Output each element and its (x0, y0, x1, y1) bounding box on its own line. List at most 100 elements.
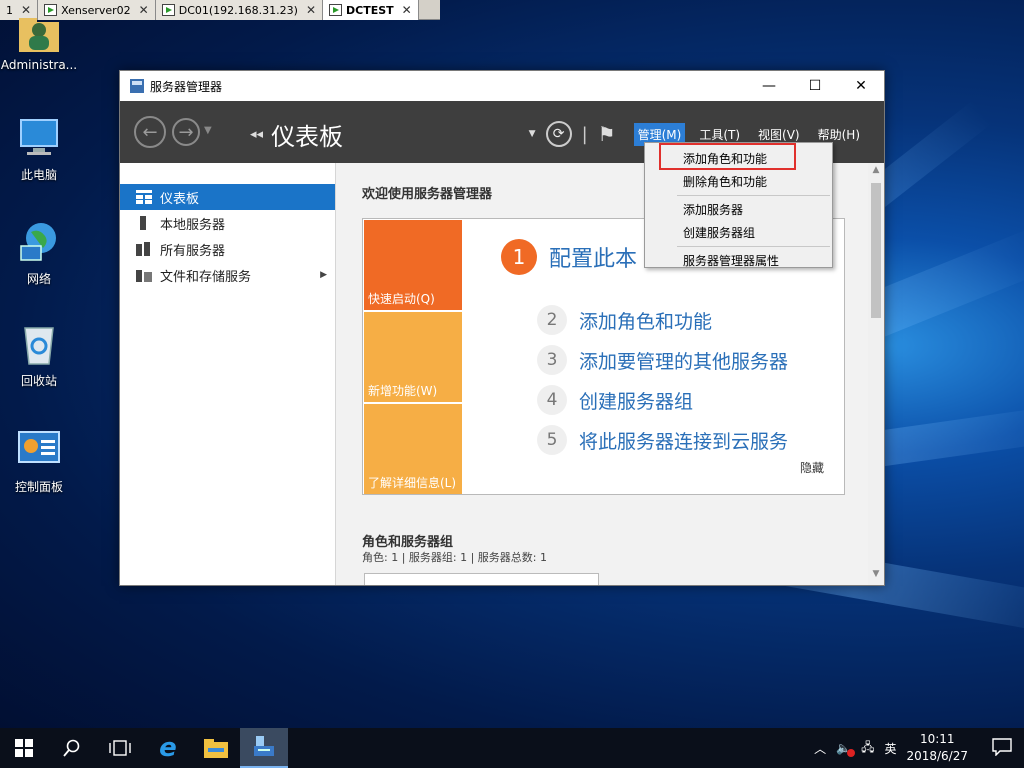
step-connect-cloud[interactable]: 5 将此服务器连接到云服务 (537, 425, 788, 455)
vertical-scrollbar[interactable]: ▲ ▼ (868, 163, 884, 585)
close-icon[interactable]: ✕ (139, 3, 149, 17)
step-number: 5 (537, 425, 567, 455)
tile-label: 新增功能(W) (368, 384, 438, 398)
desktop-icon-label: Administra... (0, 58, 78, 72)
history-dropdown-icon[interactable]: ▼ (204, 125, 212, 136)
menu-separator (677, 246, 830, 247)
step-create-server-group[interactable]: 4 创建服务器组 (537, 385, 693, 415)
desktop-icon-control-panel[interactable]: 控制面板 (0, 426, 78, 495)
folder-icon (204, 739, 228, 758)
menu-item-remove-roles[interactable]: 删除角色和功能 (645, 170, 832, 193)
vm-tab-label: DC01(192.168.31.23) (178, 3, 298, 17)
roles-title: 角色和服务器组 (362, 535, 454, 550)
tile-label: 了解详细信息(L) (368, 476, 457, 490)
vm-tab[interactable]: DC01(192.168.31.23) ✕ (155, 0, 324, 20)
sidebar-item-file-storage[interactable]: 文件和存储服务 ▶ (120, 262, 335, 288)
page-title: 仪表板 (271, 123, 344, 151)
menu-item-properties[interactable]: 服务器管理器属性 (645, 249, 832, 272)
tile-learn-more[interactable]: 了解详细信息(L) (364, 404, 462, 494)
tile-label: 快速启动(Q) (368, 292, 435, 306)
refresh-icon[interactable]: ⟳ (545, 121, 572, 147)
notification-center-icon[interactable] (992, 737, 1012, 759)
system-tray: ︿ 🔈 🖧 英 10:11 2018/6/27 (814, 731, 1024, 765)
chevron-up-icon[interactable]: ︿ (814, 740, 826, 757)
taskbar-ie[interactable]: e (144, 728, 192, 768)
volume-muted-icon[interactable]: 🔈 (836, 741, 856, 757)
sidebar-item-dashboard[interactable]: 仪表板 (120, 184, 335, 210)
clock-date: 2018/6/27 (906, 749, 968, 763)
clock[interactable]: 10:11 2018/6/27 (906, 731, 968, 765)
desktop-icon-recycle-bin[interactable]: 回收站 (0, 320, 78, 389)
menu-item-add-servers[interactable]: 添加服务器 (645, 198, 832, 221)
expand-arrow-icon[interactable]: ▶ (320, 270, 327, 280)
step-number: 2 (537, 305, 567, 335)
task-view-button[interactable] (96, 728, 144, 768)
close-button[interactable]: ✕ (838, 71, 884, 101)
welcome-title: 欢迎使用服务器管理器 (362, 187, 493, 202)
separator: | (581, 123, 588, 145)
step-add-servers[interactable]: 3 添加要管理的其他服务器 (537, 345, 788, 375)
taskbar-server-manager[interactable] (240, 728, 288, 768)
step-label: 添加角色和功能 (579, 310, 713, 333)
search-icon (63, 739, 80, 757)
step-configure-server[interactable]: 1 配置此本 (501, 239, 637, 275)
step-label: 创建服务器组 (579, 390, 694, 413)
window-title: 服务器管理器 (150, 79, 223, 94)
step-add-roles[interactable]: 2 添加角色和功能 (537, 305, 712, 335)
roles-summary: 角色: 1 | 服务器组: 1 | 服务器总数: 1 (362, 551, 548, 564)
sidebar-item-label: 文件和存储服务 (160, 269, 252, 285)
step-number: 3 (537, 345, 567, 375)
desktop-icon-administrator[interactable]: Administra... (0, 14, 78, 72)
desktop-icon-label: 网络 (26, 272, 51, 286)
taskbar-explorer[interactable] (192, 728, 240, 768)
step-label: 将此服务器连接到云服务 (579, 430, 789, 453)
sidebar-item-label: 所有服务器 (160, 243, 226, 259)
recycle-bin-icon (15, 320, 63, 368)
tile-whats-new[interactable]: 新增功能(W) (364, 312, 462, 402)
sidebar-item-label: 仪表板 (160, 191, 200, 207)
server-icon (136, 216, 152, 230)
sidebar-item-local-server[interactable]: 本地服务器 (120, 210, 335, 236)
computer-icon (15, 114, 63, 162)
dropdown-arrow-icon[interactable]: ▼ (529, 129, 536, 139)
window-titlebar[interactable]: 服务器管理器 — ☐ ✕ (120, 71, 884, 101)
vm-tab-label: DCTEST (346, 3, 394, 17)
back-arrow-icon[interactable]: ← (134, 116, 166, 148)
network-tray-icon[interactable]: 🖧 (861, 738, 874, 759)
forward-arrow-icon[interactable]: → (172, 118, 200, 146)
input-language[interactable]: 英 (884, 740, 896, 757)
minimize-button[interactable]: — (746, 71, 792, 101)
vm-tab-active[interactable]: DCTEST ✕ (323, 0, 419, 20)
close-icon[interactable]: ✕ (306, 3, 316, 17)
step-label: 配置此本 (549, 247, 638, 272)
desktop-icon-this-pc[interactable]: 此电脑 (0, 114, 78, 183)
tile-quick-start[interactable]: 快速启动(Q) (364, 220, 462, 310)
desktop-icon-network[interactable]: 网络 (0, 218, 78, 287)
start-button[interactable] (0, 728, 48, 768)
scroll-up-icon[interactable]: ▲ (868, 165, 884, 179)
role-card[interactable] (364, 573, 599, 585)
storage-icon (136, 268, 152, 282)
notification-flag-icon[interactable]: ⚑ (598, 122, 616, 146)
desktop-icon-label: 控制面板 (14, 480, 63, 494)
highlight-box (659, 143, 796, 170)
desktop-icon-label: 回收站 (20, 374, 57, 388)
sidebar-item-all-servers[interactable]: 所有服务器 (120, 236, 335, 262)
vm-icon (161, 4, 175, 16)
step-number: 1 (501, 239, 537, 275)
hide-link[interactable]: 隐藏 (800, 459, 824, 476)
scrollbar-thumb[interactable] (871, 183, 881, 318)
maximize-button[interactable]: ☐ (792, 71, 838, 101)
sidebar: 仪表板 本地服务器 所有服务器 文件和存储服务 ▶ (120, 163, 336, 585)
task-view-icon (109, 740, 131, 756)
internet-explorer-icon: e (159, 733, 177, 763)
close-icon[interactable]: ✕ (402, 3, 412, 17)
vm-icon (329, 4, 343, 16)
server-manager-icon (254, 736, 274, 756)
sidebar-item-label: 本地服务器 (160, 217, 226, 233)
scroll-down-icon[interactable]: ▼ (868, 569, 884, 583)
menu-item-create-group[interactable]: 创建服务器组 (645, 221, 832, 244)
window-controls: — ☐ ✕ (746, 71, 884, 101)
user-folder-icon (15, 14, 63, 54)
search-button[interactable] (48, 728, 96, 768)
